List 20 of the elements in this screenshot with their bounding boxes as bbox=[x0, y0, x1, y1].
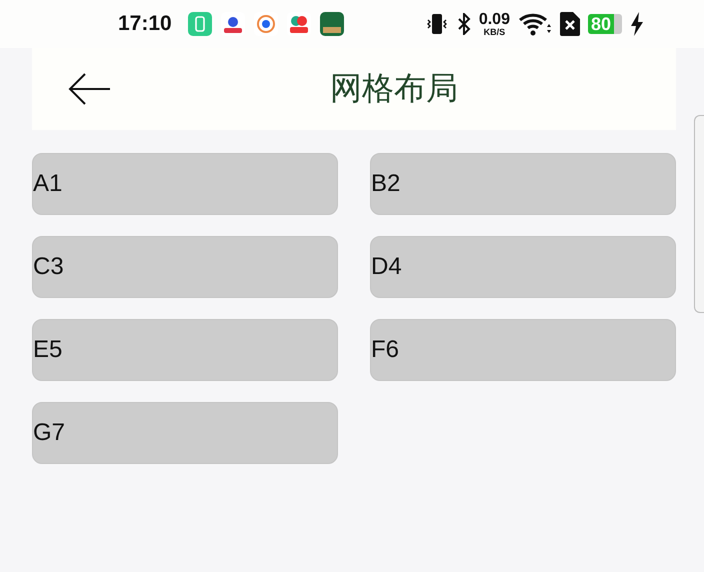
speed-unit: KB/S bbox=[484, 28, 506, 36]
page-title: 网格布局 bbox=[329, 68, 459, 109]
app-icon bbox=[320, 12, 344, 36]
grid-tile: F6 bbox=[370, 319, 676, 381]
grid-tile: B2 bbox=[370, 153, 676, 215]
vibrate-icon bbox=[424, 12, 449, 36]
grid-tile: C3 bbox=[32, 236, 338, 298]
grid-tile: E5 bbox=[32, 319, 338, 381]
app-icon bbox=[188, 12, 212, 36]
grid-tile: A1 bbox=[32, 153, 338, 215]
clock-time: 17:10 bbox=[118, 12, 172, 36]
wifi-icon bbox=[518, 12, 552, 36]
scrollbar[interactable] bbox=[694, 115, 704, 313]
no-sim-icon bbox=[560, 12, 580, 36]
network-speed: 0.09 bbox=[478, 12, 510, 28]
grid-tile: G7 bbox=[32, 402, 338, 464]
bluetooth-icon bbox=[456, 13, 471, 35]
grid-tile: D4 bbox=[370, 236, 676, 298]
back-button[interactable] bbox=[68, 72, 112, 106]
battery-level: 80 bbox=[588, 14, 614, 34]
